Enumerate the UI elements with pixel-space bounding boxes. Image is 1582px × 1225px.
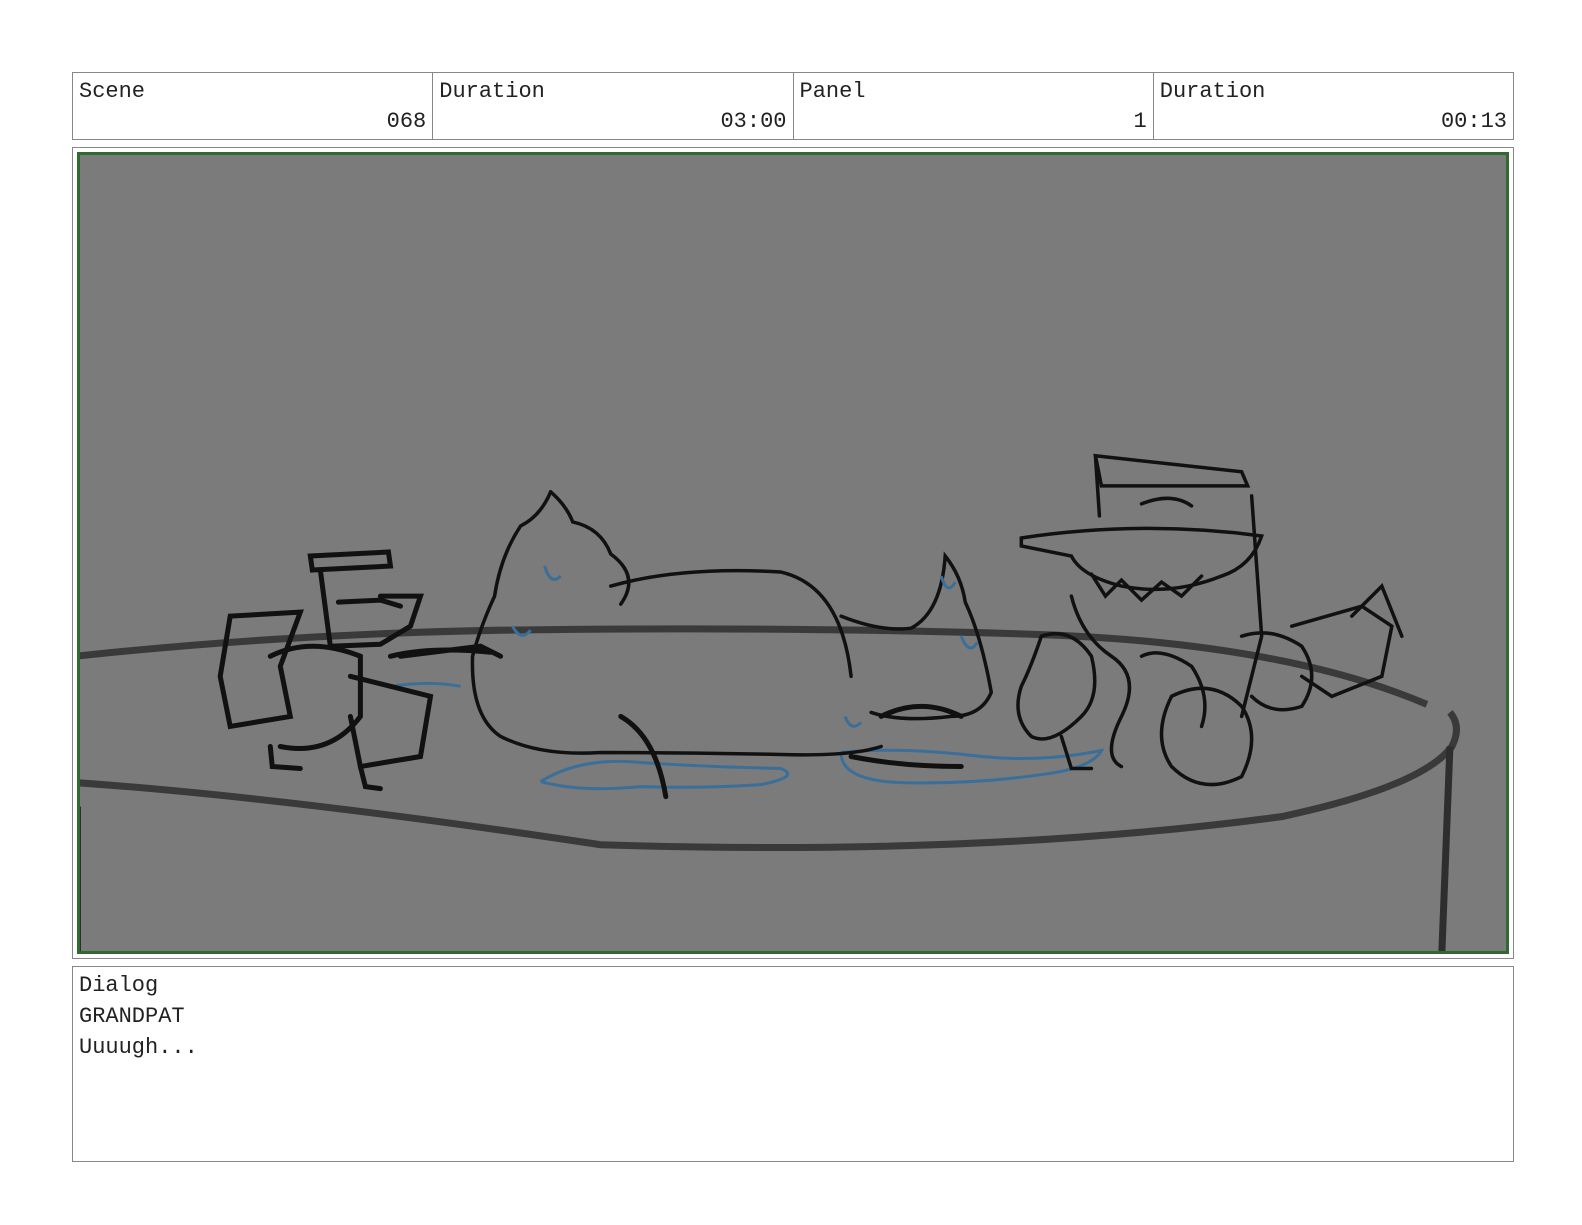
storyboard-header: Scene 068 Duration 03:00 Panel 1 Duratio… [72, 72, 1514, 140]
dialog-character: GRANDPAT [79, 1004, 185, 1029]
scene-duration-value: 03:00 [720, 109, 787, 134]
sketch-drawing [80, 453, 1460, 951]
panel-duration-value: 00:13 [1440, 109, 1507, 134]
scene-cell: Scene 068 [73, 73, 434, 139]
small-character-sketch [217, 549, 504, 792]
panel-duration-label: Duration [1159, 79, 1266, 104]
panel-cell: Panel 1 [794, 73, 1154, 139]
scene-number: 068 [386, 109, 427, 134]
panel-image [77, 152, 1509, 954]
monster-sweat-drops [511, 565, 979, 728]
panel-duration-cell: Duration 00:13 [1154, 73, 1513, 139]
dialog-line: Uuuugh... [79, 1035, 198, 1060]
dialog-label: Dialog [79, 973, 159, 998]
panel-label: Panel [799, 79, 866, 104]
panel-number: 1 [1133, 109, 1147, 134]
dialog-box: Dialog GRANDPAT Uuuugh... [72, 966, 1514, 1162]
table-right-leg [1438, 746, 1454, 951]
scene-label: Scene [79, 79, 146, 104]
scene-duration-label: Duration [439, 79, 545, 104]
big-character-sketch [1016, 453, 1404, 787]
scene-duration-cell: Duration 03:00 [433, 73, 794, 139]
storyboard-panel [72, 147, 1514, 959]
